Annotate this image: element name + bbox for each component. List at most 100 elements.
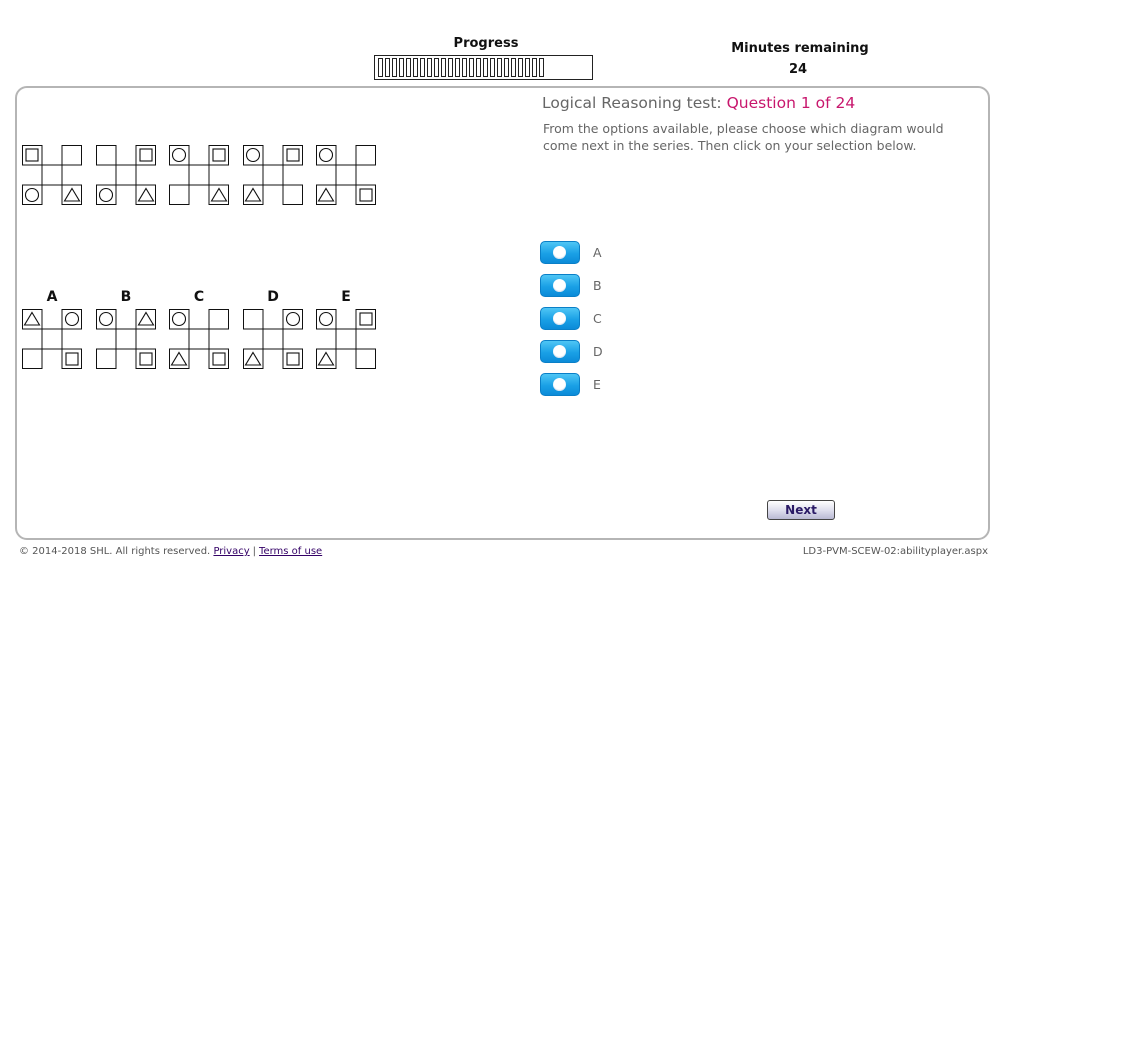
progress-segment — [420, 58, 425, 77]
cross-outline — [316, 309, 376, 369]
progress-segment — [469, 58, 474, 77]
radio-knob — [553, 311, 566, 325]
progress-segment — [490, 58, 495, 77]
triangle-shape — [317, 187, 335, 202]
question-instructions: From the options available, please choos… — [543, 121, 944, 153]
progress-segment — [413, 58, 418, 77]
answer-figure-d — [243, 309, 303, 369]
page-id: LD3-PVM-SCEW-02:abilityplayer.aspx — [802, 546, 988, 557]
square-shape — [65, 352, 79, 366]
progress-segment — [504, 58, 509, 77]
answer-figure-letter: E — [341, 289, 351, 305]
progress-segment — [455, 58, 460, 77]
circle-shape — [318, 147, 334, 163]
triangle-shape — [170, 351, 188, 366]
option-c[interactable]: C — [540, 306, 602, 330]
option-label: D — [593, 343, 603, 359]
square-shape — [139, 352, 153, 366]
answer-figure-letter: C — [193, 289, 205, 305]
progress-segment — [476, 58, 481, 77]
option-b[interactable]: B — [540, 273, 602, 297]
triangle-shape — [63, 187, 81, 202]
timer-label: Minutes remaining — [731, 41, 869, 56]
series-figure — [316, 145, 376, 205]
square-shape — [25, 148, 39, 162]
option-label: A — [593, 244, 602, 260]
radio-knob — [553, 278, 566, 292]
answer-figure-e — [316, 309, 376, 369]
question-heading: Logical Reasoning test: Question 1 of 24 — [542, 94, 855, 112]
radio-button[interactable] — [540, 372, 580, 396]
radio-button[interactable] — [540, 339, 580, 363]
answer-figure-a — [22, 309, 82, 369]
circle-shape — [171, 311, 187, 327]
square-shape — [212, 352, 226, 366]
triangle-shape — [244, 187, 262, 202]
radio-knob — [553, 377, 566, 391]
cross-outline — [22, 309, 82, 369]
progress-segment — [434, 58, 439, 77]
privacy-link[interactable]: Privacy — [213, 546, 249, 557]
progress-segment — [441, 58, 446, 77]
radio-knob — [553, 245, 566, 259]
circle-shape — [64, 311, 80, 327]
circle-shape — [24, 187, 40, 203]
option-e[interactable]: E — [540, 372, 601, 396]
cross-outline — [169, 145, 229, 205]
square-shape — [212, 148, 226, 162]
circle-shape — [98, 311, 114, 327]
option-label: E — [593, 376, 601, 392]
triangle-shape — [23, 311, 41, 326]
circle-shape — [318, 311, 334, 327]
circle-shape — [245, 147, 261, 163]
option-d[interactable]: D — [540, 339, 603, 363]
progress-segment — [483, 58, 488, 77]
circle-shape — [171, 147, 187, 163]
progress-segment — [532, 58, 537, 77]
series-figure — [169, 145, 229, 205]
series-figure — [22, 145, 82, 205]
cross-outline — [22, 145, 82, 205]
progress-segment — [392, 58, 397, 77]
triangle-shape — [137, 187, 155, 202]
progress-label: Progress — [453, 36, 519, 51]
question-number: Question 1 of 24 — [726, 94, 856, 112]
progress-segment — [511, 58, 516, 77]
progress-segment — [385, 58, 390, 77]
footer-left: © 2014-2018 SHL. All rights reserved. Pr… — [19, 546, 322, 557]
answer-figure-c — [169, 309, 229, 369]
answer-figure-letter: D — [267, 289, 279, 305]
square-shape — [359, 312, 373, 326]
cross-outline — [243, 145, 303, 205]
radio-button[interactable] — [540, 240, 580, 264]
progress-segment — [378, 58, 383, 77]
triangle-shape — [210, 187, 228, 202]
square-shape — [286, 148, 300, 162]
progress-segment — [406, 58, 411, 77]
series-figure — [96, 145, 156, 205]
progress-segment — [427, 58, 432, 77]
radio-button[interactable] — [540, 306, 580, 330]
progress-segment — [448, 58, 453, 77]
progress-segment — [399, 58, 404, 77]
timer-value: 24 — [788, 62, 808, 77]
option-a[interactable]: A — [540, 240, 602, 264]
radio-knob — [553, 344, 566, 358]
question-panel — [15, 86, 990, 540]
progress-segment — [497, 58, 502, 77]
square-shape — [139, 148, 153, 162]
triangle-shape — [244, 351, 262, 366]
circle-shape — [285, 311, 301, 327]
cross-outline — [169, 309, 229, 369]
test-name: Logical Reasoning test: — [542, 94, 722, 112]
copyright-text: © 2014-2018 SHL. All rights reserved. — [19, 546, 211, 557]
cross-outline — [96, 145, 156, 205]
option-label: B — [593, 277, 602, 293]
progress-segment — [525, 58, 530, 77]
terms-link[interactable]: Terms of use — [259, 546, 322, 557]
series-figure — [243, 145, 303, 205]
circle-shape — [98, 187, 114, 203]
next-button[interactable]: Next — [767, 500, 835, 520]
cross-outline — [96, 309, 156, 369]
radio-button[interactable] — [540, 273, 580, 297]
